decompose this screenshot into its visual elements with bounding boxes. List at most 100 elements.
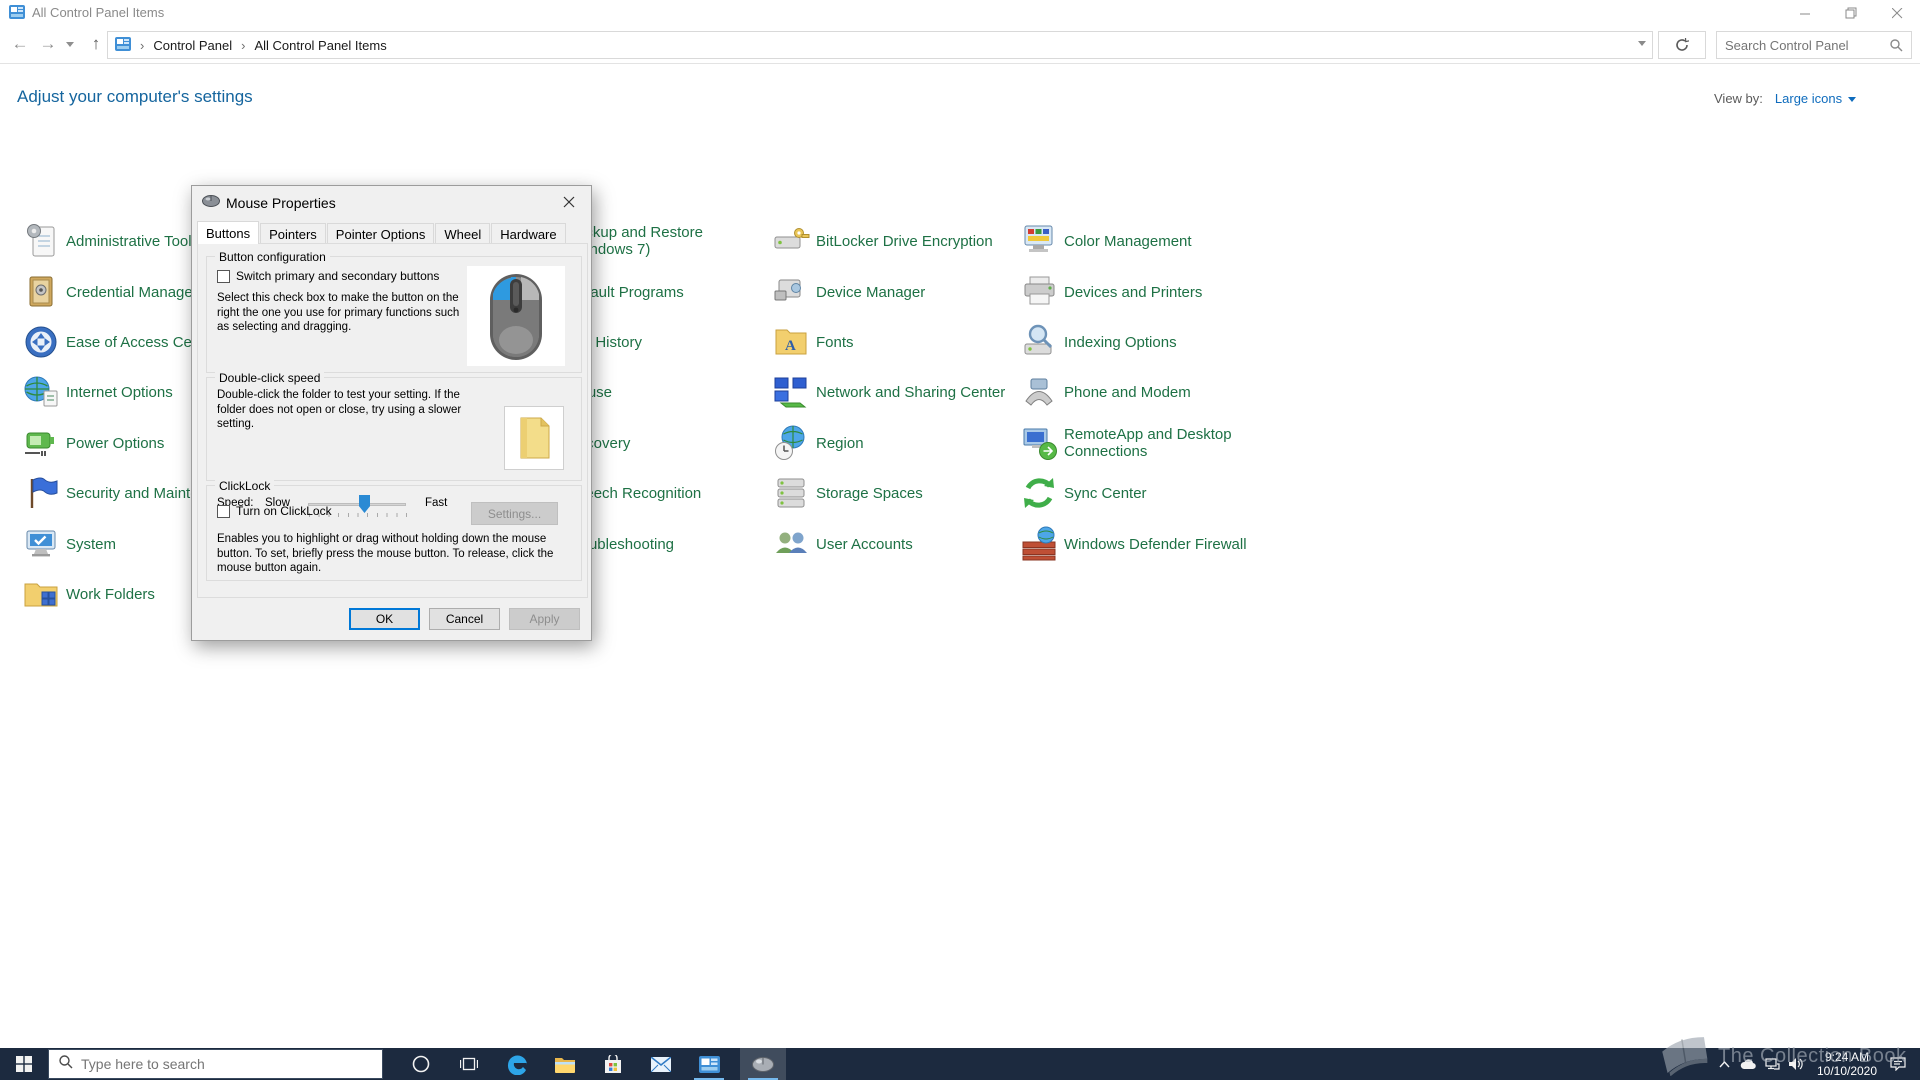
test-folder-icon[interactable] xyxy=(504,406,564,470)
minimize-button[interactable] xyxy=(1782,0,1828,26)
ok-button[interactable]: OK xyxy=(349,608,420,630)
forward-button[interactable]: → xyxy=(34,30,62,58)
group-label: ClickLock xyxy=(215,479,275,493)
button-config-description: Select this check box to make the button… xyxy=(217,292,460,333)
cancel-button[interactable]: Cancel xyxy=(429,608,500,630)
onedrive-cloud-icon[interactable] xyxy=(1736,1048,1760,1080)
dialog-titlebar[interactable]: Mouse Properties xyxy=(192,186,591,219)
tab-wheel[interactable]: Wheel xyxy=(435,223,491,243)
mouse-properties-dialog: Mouse Properties Buttons Pointers Pointer … xyxy=(191,185,592,641)
item-label: Region xyxy=(816,434,864,452)
mouse-icon xyxy=(202,195,220,210)
checkbox-label: Switch primary and secondary buttons xyxy=(236,269,440,283)
svg-text:A: A xyxy=(785,338,796,354)
system-icon xyxy=(22,525,60,563)
up-button[interactable]: ↑ xyxy=(82,30,110,58)
network-icon[interactable] xyxy=(1760,1048,1784,1080)
restore-button[interactable] xyxy=(1828,0,1874,26)
control-panel-item[interactable]: Network and Sharing Center xyxy=(772,367,1005,417)
fonts-icon: A xyxy=(772,323,810,361)
control-panel-item[interactable]: Storage Spaces xyxy=(772,468,923,518)
ease-of-access-icon xyxy=(22,323,60,361)
dialog-tabstrip: Buttons Pointers Pointer Options Wheel Hardw… xyxy=(197,221,567,244)
edge-icon[interactable] xyxy=(494,1048,540,1080)
clicklock-group: ClickLock Turn on ClickLock Settings... … xyxy=(206,479,582,581)
control-panel-item[interactable]: Power Options xyxy=(22,418,164,468)
volume-icon[interactable] xyxy=(1784,1048,1808,1080)
window-title: All Control Panel Items xyxy=(32,5,165,20)
breadcrumb-item[interactable]: All Control Panel Items xyxy=(250,38,390,53)
control-panel-item[interactable]: User Accounts xyxy=(772,519,913,569)
start-button[interactable] xyxy=(0,1048,48,1080)
clock-time: 9:24 AM xyxy=(1824,1050,1870,1064)
control-panel-item[interactable]: Work Folders xyxy=(22,569,155,619)
recent-pages-dropdown-icon[interactable] xyxy=(62,30,78,58)
control-panel-item[interactable]: Internet Options xyxy=(22,367,173,417)
credential-manager-icon xyxy=(22,273,60,311)
control-panel-window-icon xyxy=(9,5,25,24)
control-panel-item[interactable]: Credential Manager xyxy=(22,267,198,317)
address-dropdown-icon[interactable] xyxy=(1638,41,1646,46)
control-panel-item[interactable]: Device Manager xyxy=(772,267,925,317)
item-label: Work Folders xyxy=(66,585,155,603)
control-panel-item[interactable]: Indexing Options xyxy=(1020,317,1177,367)
tab-pointers[interactable]: Pointers xyxy=(260,223,326,243)
switch-buttons-checkbox[interactable]: Switch primary and secondary buttons xyxy=(217,269,439,283)
control-panel-item[interactable]: A Fonts xyxy=(772,317,854,367)
taskbar-mouse-properties-icon[interactable] xyxy=(740,1048,786,1080)
control-panel-item[interactable]: Phone and Modem xyxy=(1020,367,1191,417)
close-icon[interactable] xyxy=(1874,0,1920,26)
desktop: All Control Panel Items ← → ↑ › Control … xyxy=(0,0,1920,1080)
button-configuration-group: Button configuration Switch primary and … xyxy=(206,250,582,373)
checkbox-label: Turn on ClickLock xyxy=(236,504,332,518)
tab-buttons[interactable]: Buttons xyxy=(197,221,260,244)
address-bar[interactable]: › Control Panel › All Control Panel Items xyxy=(107,31,1653,59)
item-label: User Accounts xyxy=(816,535,913,553)
clicklock-settings-button[interactable]: Settings... xyxy=(471,502,558,525)
search-input[interactable] xyxy=(1717,37,1877,53)
clock-date: 10/10/2020 xyxy=(1816,1064,1878,1078)
control-panel-item[interactable]: RemoteApp and Desktop Connections xyxy=(1020,418,1256,468)
control-panel-item[interactable]: BitLocker Drive Encryption xyxy=(772,216,993,266)
refresh-button[interactable] xyxy=(1658,31,1706,59)
apply-button[interactable]: Apply xyxy=(509,608,580,630)
item-label: Network and Sharing Center xyxy=(816,383,1006,401)
tab-pointer-options[interactable]: Pointer Options xyxy=(326,223,435,243)
remoteapp-icon xyxy=(1020,424,1058,462)
item-label: Fonts xyxy=(816,333,854,351)
file-explorer-icon[interactable] xyxy=(542,1048,588,1080)
item-label: RemoteApp and Desktop Connections xyxy=(1064,426,1232,460)
mail-icon[interactable] xyxy=(638,1048,684,1080)
control-panel-item[interactable]: System xyxy=(22,519,116,569)
item-label: Power Options xyxy=(66,434,165,452)
breadcrumb-chevron-icon: › xyxy=(241,37,246,53)
breadcrumb-item[interactable]: Control Panel xyxy=(149,38,236,53)
cortana-icon[interactable] xyxy=(398,1048,444,1080)
turn-on-clicklock-checkbox[interactable]: Turn on ClickLock xyxy=(217,504,332,518)
checkbox-icon[interactable] xyxy=(217,504,230,518)
administrative-tools-icon xyxy=(22,222,60,260)
control-panel-item[interactable]: Administrative Tools xyxy=(22,216,199,266)
taskbar-search[interactable] xyxy=(48,1049,383,1079)
task-view-icon[interactable] xyxy=(446,1048,492,1080)
microsoft-store-icon[interactable] xyxy=(590,1048,636,1080)
control-panel-item[interactable]: Ease of Access Center xyxy=(22,317,218,367)
show-hidden-icons-chevron-icon[interactable] xyxy=(1712,1048,1736,1080)
dialog-close-icon[interactable] xyxy=(546,186,591,217)
device-manager-icon xyxy=(772,273,810,311)
checkbox-icon[interactable] xyxy=(217,269,230,283)
control-panel-item[interactable]: Windows Defender Firewall xyxy=(1020,519,1247,569)
control-panel-item[interactable]: Sync Center xyxy=(1020,468,1147,518)
item-label: Phone and Modem xyxy=(1064,383,1191,401)
tab-hardware[interactable]: Hardware xyxy=(491,223,566,243)
control-panel-item[interactable]: Region xyxy=(772,418,864,468)
taskbar-control-panel-icon[interactable] xyxy=(686,1048,732,1080)
control-panel-item[interactable]: Color Management xyxy=(1020,216,1192,266)
control-panel-item[interactable]: Devices and Printers xyxy=(1020,267,1202,317)
phone-modem-icon xyxy=(1020,373,1058,411)
control-panel-search[interactable] xyxy=(1716,31,1912,59)
action-center-icon[interactable] xyxy=(1886,1048,1910,1080)
taskbar-clock[interactable]: 9:24 AM 10/10/2020 xyxy=(1812,1050,1882,1078)
taskbar-search-input[interactable] xyxy=(81,1056,351,1072)
back-button[interactable]: ← xyxy=(6,30,34,58)
